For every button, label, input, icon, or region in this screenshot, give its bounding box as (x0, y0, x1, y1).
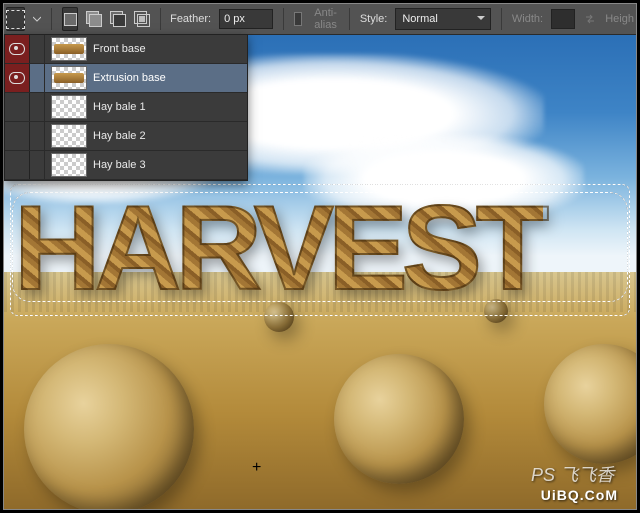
style-value: Normal (402, 13, 437, 25)
tool-preset-chevron-icon[interactable] (33, 7, 41, 31)
height-label: Heigh (605, 13, 634, 25)
style-select[interactable]: Normal (395, 8, 491, 30)
layer-row[interactable]: Front base (5, 35, 247, 64)
layer-link-column (30, 93, 45, 121)
marquee-tool-icon[interactable] (6, 7, 25, 31)
feather-input[interactable] (219, 9, 273, 29)
layer-visibility-toggle[interactable] (5, 35, 30, 63)
hay-bale (334, 354, 464, 484)
layer-name[interactable]: Hay bale 2 (93, 130, 146, 142)
watermark-text: PS 飞飞香 (531, 461, 614, 487)
watermark-text: UiBQ.CoM (541, 487, 618, 503)
layer-link-column (30, 122, 45, 150)
layers-panel[interactable]: Front base Extrusion base Hay bale 1 Hay ba… (4, 34, 248, 181)
options-bar: Feather: Anti-alias Style: Normal Width:… (4, 4, 636, 35)
layer-link-column (30, 151, 45, 179)
layer-row[interactable]: Hay bale 3 (5, 151, 247, 180)
layer-visibility-toggle[interactable] (5, 151, 30, 179)
layer-thumbnail[interactable] (51, 124, 87, 148)
style-label: Style: (360, 13, 388, 25)
width-label: Width: (512, 13, 543, 25)
layer-name[interactable]: Front base (93, 43, 146, 55)
feather-label: Feather: (170, 13, 211, 25)
layer-row[interactable]: Hay bale 1 (5, 93, 247, 122)
layer-visibility-toggle[interactable] (5, 122, 30, 150)
layer-thumbnail[interactable] (51, 95, 87, 119)
hay-bale (24, 344, 194, 509)
layer-thumbnail[interactable] (51, 153, 87, 177)
layer-link-column (30, 35, 45, 63)
layer-name[interactable]: Extrusion base (93, 72, 166, 84)
width-input (551, 9, 575, 29)
layer-row[interactable]: Extrusion base (5, 64, 247, 93)
selection-subtract-button[interactable] (110, 7, 126, 31)
harvest-text: HARVEST (14, 179, 543, 317)
layer-visibility-toggle[interactable] (5, 64, 30, 92)
layer-name[interactable]: Hay bale 1 (93, 101, 146, 113)
layer-link-column (30, 64, 45, 92)
selection-add-button[interactable] (86, 7, 102, 31)
layer-name[interactable]: Hay bale 3 (93, 159, 146, 171)
selection-new-button[interactable] (62, 7, 78, 31)
swap-dimensions-icon (583, 12, 597, 26)
selection-intersect-button[interactable] (134, 7, 150, 31)
eye-icon (9, 72, 25, 84)
eye-icon (9, 43, 25, 55)
antialias-label: Anti-alias (314, 7, 339, 31)
layer-thumbnail[interactable] (51, 37, 87, 61)
layer-row[interactable]: Hay bale 2 (5, 122, 247, 151)
layer-visibility-toggle[interactable] (5, 93, 30, 121)
layer-thumbnail[interactable] (51, 66, 87, 90)
antialias-checkbox (294, 12, 303, 26)
